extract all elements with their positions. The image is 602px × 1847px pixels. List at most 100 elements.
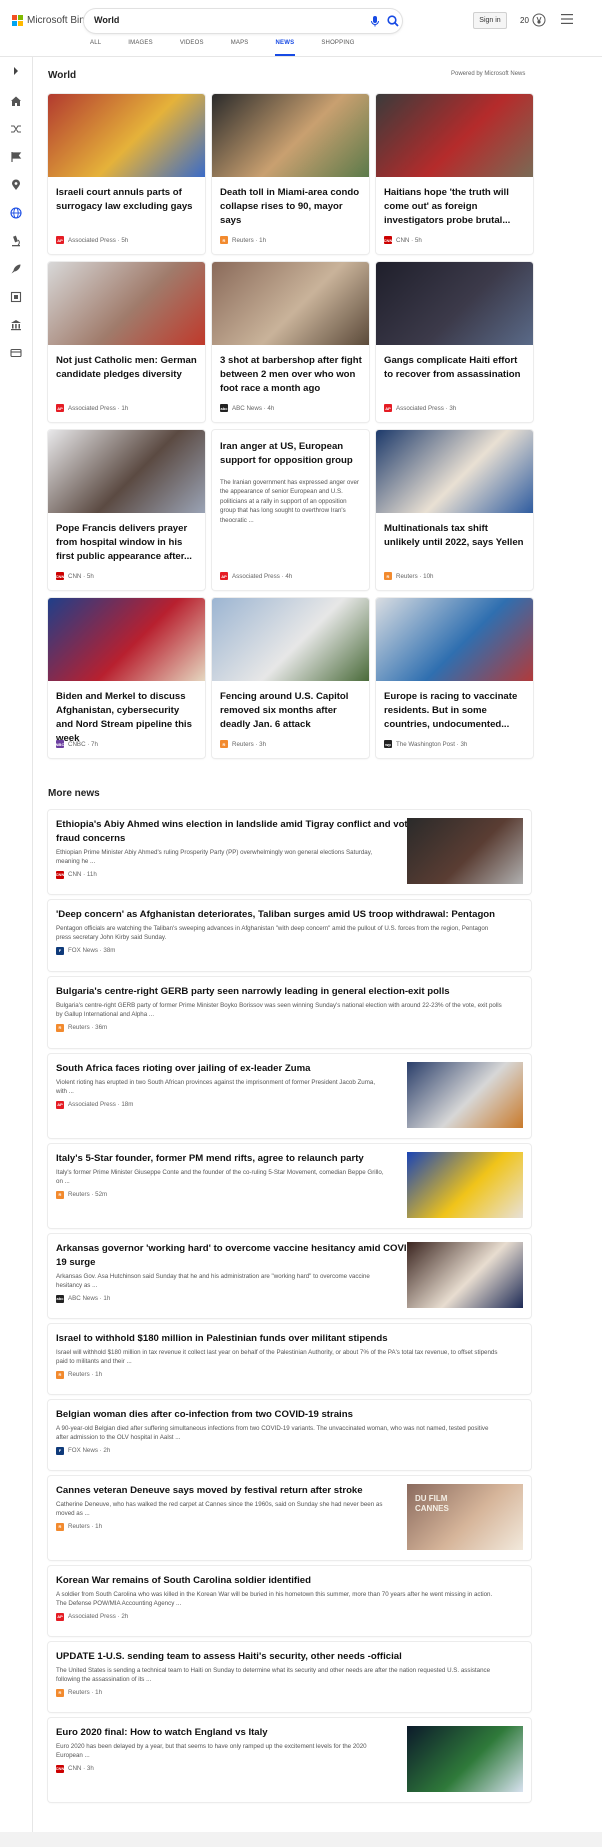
- article-source[interactable]: R Reuters · 36m: [56, 1023, 107, 1032]
- article-source[interactable]: F FOX News · 2h: [56, 1446, 110, 1455]
- search-input[interactable]: World: [94, 15, 119, 25]
- news-card[interactable]: Haitians hope 'the truth will come out' …: [376, 94, 533, 254]
- article-source[interactable]: abc ABC News · 4h: [220, 404, 274, 412]
- article-source[interactable]: R Reuters · 3h: [220, 740, 266, 748]
- article-source[interactable]: CNN CNN · 11h: [56, 870, 97, 879]
- building-icon[interactable]: [10, 319, 22, 331]
- news-thumbnail[interactable]: DU FILM CANNES: [407, 1484, 523, 1550]
- news-title[interactable]: Italy's 5-Star founder, former PM mend r…: [56, 1152, 364, 1166]
- news-card-title[interactable]: Multinationals tax shift unlikely until …: [384, 522, 526, 550]
- news-card-title[interactable]: Death toll in Miami-area condo collapse …: [220, 186, 362, 228]
- bing-logo[interactable]: Microsoft Bing: [12, 15, 90, 26]
- article-source[interactable]: AP Associated Press · 18m: [56, 1100, 133, 1109]
- news-card-title[interactable]: Biden and Merkel to discuss Afghanistan,…: [56, 690, 198, 746]
- news-title[interactable]: Belgian woman dies after co-infection fr…: [56, 1408, 353, 1422]
- news-list-item[interactable]: South Africa faces rioting over jailing …: [48, 1054, 531, 1138]
- news-card-image[interactable]: [212, 598, 369, 681]
- news-list-item[interactable]: Israel to withhold $180 million in Pales…: [48, 1324, 531, 1394]
- powered-by[interactable]: Powered by Microsoft News: [451, 71, 525, 77]
- news-card[interactable]: Multinationals tax shift unlikely until …: [376, 430, 533, 590]
- news-list-item[interactable]: Bulgaria's centre-right GERB party seen …: [48, 977, 531, 1048]
- news-list-item[interactable]: Arkansas governor 'working hard' to over…: [48, 1234, 531, 1318]
- microscope-icon[interactable]: [10, 235, 22, 247]
- news-card-image[interactable]: [48, 598, 205, 681]
- news-title[interactable]: Cannes veteran Deneuve says moved by fes…: [56, 1484, 363, 1498]
- article-source[interactable]: AP Associated Press · 5h: [56, 236, 128, 244]
- news-card[interactable]: Israeli court annuls parts of surrogacy …: [48, 94, 205, 254]
- article-source[interactable]: AP Associated Press · 2h: [56, 1612, 128, 1621]
- news-title[interactable]: Ethiopia's Abiy Ahmed wins election in l…: [56, 818, 422, 846]
- news-card[interactable]: Iran anger at US, European support for o…: [212, 430, 369, 590]
- news-card-image[interactable]: [212, 262, 369, 345]
- article-source[interactable]: R Reuters · 1h: [56, 1688, 102, 1697]
- shuffle-icon[interactable]: [10, 123, 22, 135]
- news-card[interactable]: Fencing around U.S. Capitol removed six …: [212, 598, 369, 758]
- article-source[interactable]: R Reuters · 10h: [384, 572, 434, 580]
- article-source[interactable]: CNN CNN · 3h: [56, 1764, 94, 1773]
- article-source[interactable]: abc ABC News · 1h: [56, 1294, 110, 1303]
- news-card-image[interactable]: [376, 430, 533, 513]
- article-source[interactable]: R Reuters · 1h: [56, 1370, 102, 1379]
- news-thumbnail[interactable]: [407, 1152, 523, 1218]
- card-icon[interactable]: [10, 347, 22, 359]
- news-card[interactable]: Gangs complicate Haiti effort to recover…: [376, 262, 533, 422]
- news-thumbnail[interactable]: [407, 1726, 523, 1792]
- globe-icon[interactable]: [10, 207, 22, 219]
- article-source[interactable]: wp The Washington Post · 3h: [384, 740, 467, 748]
- news-card-title[interactable]: Pope Francis delivers prayer from hospit…: [56, 522, 198, 564]
- news-card-title[interactable]: Not just Catholic men: German candidate …: [56, 354, 198, 382]
- news-card-image[interactable]: [48, 430, 205, 513]
- news-title[interactable]: Bulgaria's centre-right GERB party seen …: [56, 985, 450, 999]
- news-card[interactable]: Not just Catholic men: German candidate …: [48, 262, 205, 422]
- tab-news[interactable]: NEWS: [274, 40, 296, 56]
- news-card-title[interactable]: Gangs complicate Haiti effort to recover…: [384, 354, 526, 382]
- home-icon[interactable]: [10, 95, 22, 107]
- news-card-title[interactable]: Iran anger at US, European support for o…: [220, 440, 362, 468]
- microphone-icon[interactable]: [368, 14, 382, 28]
- tab-shopping[interactable]: SHOPPING: [321, 40, 354, 56]
- news-card-title[interactable]: 3 shot at barbershop after fight between…: [220, 354, 362, 396]
- chevron-right-icon[interactable]: [10, 65, 22, 77]
- news-card-image[interactable]: [376, 94, 533, 177]
- location-pin-icon[interactable]: [10, 179, 22, 191]
- article-source[interactable]: AP Associated Press · 3h: [384, 404, 456, 412]
- article-source[interactable]: CNN CNN · 5h: [384, 236, 422, 244]
- news-card[interactable]: Biden and Merkel to discuss Afghanistan,…: [48, 598, 205, 758]
- search-box[interactable]: World: [84, 9, 402, 33]
- news-card[interactable]: Death toll in Miami-area condo collapse …: [212, 94, 369, 254]
- news-thumbnail[interactable]: [407, 818, 523, 884]
- news-title[interactable]: Arkansas governor 'working hard' to over…: [56, 1242, 417, 1270]
- article-source[interactable]: NBC CNBC · 7h: [56, 740, 98, 748]
- news-thumbnail[interactable]: [407, 1242, 523, 1308]
- news-card-title[interactable]: Fencing around U.S. Capitol removed six …: [220, 690, 362, 732]
- news-title[interactable]: UPDATE 1-U.S. sending team to assess Hai…: [56, 1650, 402, 1664]
- news-thumbnail[interactable]: [407, 1062, 523, 1128]
- article-source[interactable]: F FOX News · 38m: [56, 946, 115, 955]
- news-list-item[interactable]: Italy's 5-Star founder, former PM mend r…: [48, 1144, 531, 1228]
- article-source[interactable]: AP Associated Press · 1h: [56, 404, 128, 412]
- news-list-item[interactable]: Cannes veteran Deneuve says moved by fes…: [48, 1476, 531, 1560]
- news-list-item[interactable]: 'Deep concern' as Afghanistan deteriorat…: [48, 900, 531, 971]
- news-card-image[interactable]: [48, 262, 205, 345]
- news-list-item[interactable]: UPDATE 1-U.S. sending team to assess Hai…: [48, 1642, 531, 1712]
- news-title[interactable]: Euro 2020 final: How to watch England vs…: [56, 1726, 268, 1740]
- news-card-image[interactable]: [212, 94, 369, 177]
- film-icon[interactable]: [10, 291, 22, 303]
- news-card-image[interactable]: [48, 94, 205, 177]
- news-card-title[interactable]: Europe is racing to vaccinate residents.…: [384, 690, 526, 732]
- tab-videos[interactable]: VIDEOS: [180, 40, 204, 56]
- news-title[interactable]: Korean War remains of South Carolina sol…: [56, 1574, 311, 1588]
- news-card-title[interactable]: Haitians hope 'the truth will come out' …: [384, 186, 526, 228]
- news-list-item[interactable]: Ethiopia's Abiy Ahmed wins election in l…: [48, 810, 531, 894]
- tab-maps[interactable]: MAPS: [231, 40, 249, 56]
- news-card-image[interactable]: [376, 598, 533, 681]
- news-title[interactable]: Israel to withhold $180 million in Pales…: [56, 1332, 388, 1346]
- news-card-image[interactable]: [376, 262, 533, 345]
- news-list-item[interactable]: Belgian woman dies after co-infection fr…: [48, 1400, 531, 1470]
- news-title[interactable]: 'Deep concern' as Afghanistan deteriorat…: [56, 908, 495, 922]
- news-title[interactable]: South Africa faces rioting over jailing …: [56, 1062, 310, 1076]
- flag-icon[interactable]: [10, 151, 22, 163]
- article-source[interactable]: CNN CNN · 5h: [56, 572, 94, 580]
- rewards-medal-icon[interactable]: [532, 13, 546, 27]
- news-card-title[interactable]: Israeli court annuls parts of surrogacy …: [56, 186, 198, 214]
